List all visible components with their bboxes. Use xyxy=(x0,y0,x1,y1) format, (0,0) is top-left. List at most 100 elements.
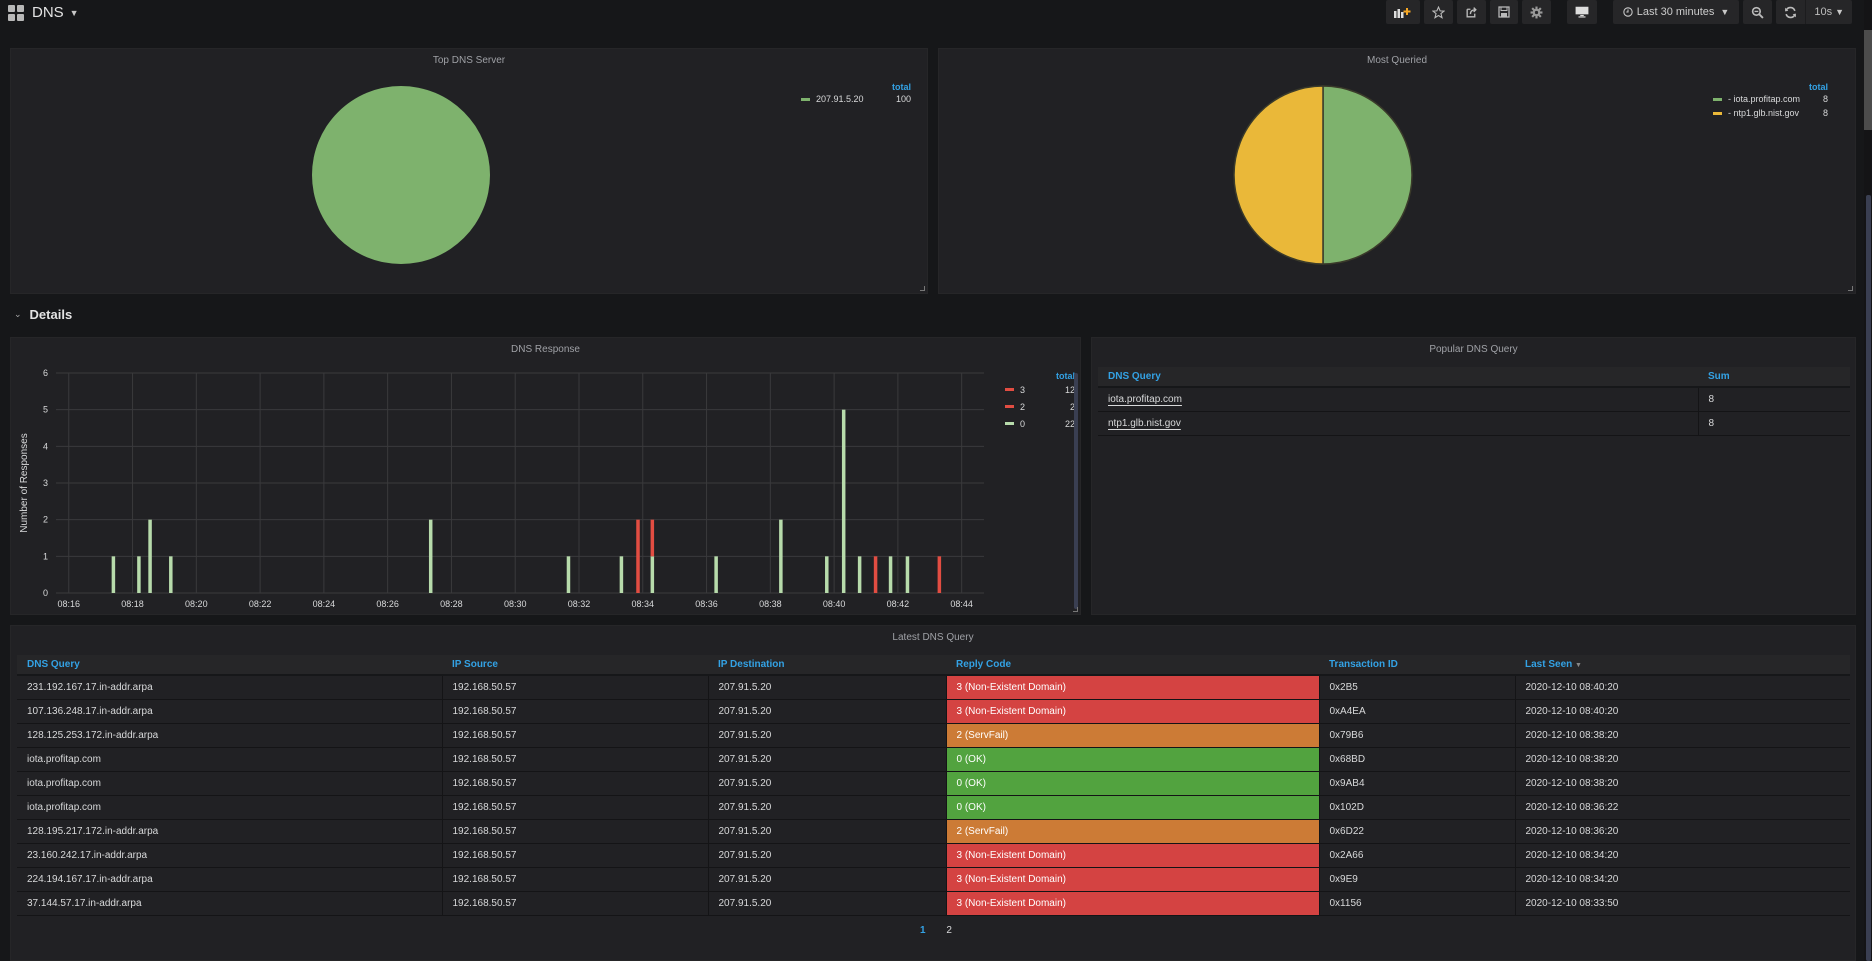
bar-series-0[interactable] xyxy=(111,556,116,593)
dns-query-link[interactable]: ntp1.glb.nist.gov xyxy=(1098,411,1698,436)
x-tick-label: 08:26 xyxy=(376,599,399,609)
panel-title[interactable]: Popular DNS Query xyxy=(1092,344,1855,355)
last-seen-cell: 2020-12-10 08:38:20 xyxy=(1514,723,1850,748)
legend-label: - ntp1.glb.nist.gov xyxy=(1728,108,1800,118)
scrollbar-thumb[interactable] xyxy=(1866,195,1871,961)
panel-resize-handle[interactable] xyxy=(1073,607,1078,612)
bar-series-0[interactable] xyxy=(714,556,718,593)
legend-swatch xyxy=(1005,422,1014,425)
pie-legend: total 207.91.5.20 100 xyxy=(801,82,911,106)
bar-series-0[interactable] xyxy=(148,519,152,593)
last-seen-cell: 2020-12-10 08:40:20 xyxy=(1514,675,1850,700)
table-row: 37.144.57.17.in-addr.arpa 192.168.50.57 20… xyxy=(17,891,1850,916)
legend-item[interactable]: 3 12 xyxy=(1005,381,1075,398)
star-button[interactable] xyxy=(1423,0,1453,24)
table-pagination: 1 2 xyxy=(0,925,1872,936)
dns-response-chart: 0 1 2 3 4 5 6 08:16 08:18 08:20 08:22 08:24 08:26 08:… xyxy=(19,368,984,609)
bar-series-0[interactable] xyxy=(888,556,893,593)
column-header-last-seen[interactable]: Last Seen ▼ xyxy=(1515,655,1850,676)
pie-slice[interactable] xyxy=(312,86,490,264)
transaction-id-cell: 0x79B6 xyxy=(1318,723,1515,748)
legend-item[interactable]: 2 2 xyxy=(1005,398,1075,415)
bar-series-0[interactable] xyxy=(825,556,829,593)
bar-series-3[interactable] xyxy=(873,556,878,593)
pie-slice[interactable] xyxy=(1233,85,1324,265)
legend-scrollbar[interactable] xyxy=(1074,373,1078,609)
zoom-out-button[interactable] xyxy=(1743,0,1773,24)
panel-resize-handle[interactable] xyxy=(1848,286,1853,291)
legend-header-total[interactable]: total xyxy=(1005,371,1075,381)
table-row: ntp1.glb.nist.gov 8 xyxy=(1098,411,1850,436)
bar-series-3[interactable] xyxy=(650,519,655,557)
transaction-id-cell: 0xA4EA xyxy=(1318,699,1515,724)
column-header-reply-code[interactable]: Reply Code xyxy=(946,655,1319,676)
latest-dns-query-table: DNS Query IP Source IP Destination Reply… xyxy=(17,655,1850,916)
dns-query-cell: 128.125.253.172.in-addr.arpa xyxy=(17,723,442,748)
share-icon xyxy=(1466,6,1477,18)
settings-button[interactable] xyxy=(1521,0,1551,24)
bar-series-0[interactable] xyxy=(428,519,433,593)
panel-title[interactable]: Latest DNS Query xyxy=(11,632,1855,643)
reply-code-cell: 3 (Non-Existent Domain) xyxy=(945,843,1319,868)
bar-series-0[interactable] xyxy=(619,556,624,593)
page-2-link[interactable]: 2 xyxy=(946,925,952,936)
dns-query-link[interactable]: iota.profitap.com xyxy=(1098,387,1698,412)
column-header-ip-destination[interactable]: IP Destination xyxy=(708,655,946,676)
transaction-id-cell: 0x6D22 xyxy=(1318,819,1515,844)
column-header-ip-source[interactable]: IP Source xyxy=(442,655,708,676)
clock-icon xyxy=(1623,7,1633,17)
page-1-link[interactable]: 1 xyxy=(920,925,926,936)
column-header-sum[interactable]: Sum xyxy=(1698,367,1850,388)
bar-series-0[interactable] xyxy=(779,519,783,593)
legend-item[interactable]: - ntp1.glb.nist.gov 8 xyxy=(1713,106,1828,120)
bar-series-3[interactable] xyxy=(937,556,942,593)
share-button[interactable] xyxy=(1456,0,1486,24)
bar-series-0[interactable] xyxy=(857,556,862,593)
dashboard-grid-icon xyxy=(8,4,24,21)
x-tick-label: 08:30 xyxy=(504,599,527,609)
tv-mode-button[interactable] xyxy=(1566,0,1597,24)
bar-series-0[interactable] xyxy=(841,409,846,593)
bar-series-0[interactable] xyxy=(905,556,910,593)
bar-series-0[interactable] xyxy=(566,556,571,593)
x-tick-label: 08:32 xyxy=(568,599,591,609)
legend-label: 2 xyxy=(1020,401,1026,412)
column-header-dns-query[interactable]: DNS Query xyxy=(1098,367,1698,388)
panel-top-dns-server: Top DNS Server total 207.91.5.20 100 xyxy=(10,48,928,294)
page-scrollbar[interactable] xyxy=(1864,0,1872,961)
refresh-picker[interactable]: 10s ▼ xyxy=(1776,0,1852,24)
transaction-id-cell: 0x68BD xyxy=(1318,747,1515,772)
y-tick-label: 6 xyxy=(43,368,48,378)
ip-destination-cell: 207.91.5.20 xyxy=(707,867,946,892)
column-header-dns-query[interactable]: DNS Query xyxy=(17,655,442,676)
legend-header-total[interactable]: total xyxy=(801,82,911,92)
panel-title[interactable]: Most Queried xyxy=(939,55,1855,66)
transaction-id-cell: 0x102D xyxy=(1318,795,1515,820)
dashboard-picker[interactable]: DNS ▼ xyxy=(8,4,79,21)
legend-item[interactable]: 207.91.5.20 100 xyxy=(801,92,911,106)
popular-dns-query-table: DNS Query Sum iota.profitap.com 8 ntp1.g… xyxy=(1098,367,1850,436)
pie-slice[interactable] xyxy=(1322,85,1413,265)
legend-item[interactable]: - iota.profitap.com 8 xyxy=(1713,92,1828,106)
x-tick-label: 08:22 xyxy=(249,599,272,609)
legend-item[interactable]: 0 22 xyxy=(1005,415,1075,432)
legend-header-total[interactable]: total xyxy=(1713,82,1828,92)
time-range-picker[interactable]: Last 30 minutes ▼ xyxy=(1612,0,1740,24)
ip-source-cell: 192.168.50.57 xyxy=(441,795,708,820)
column-header-transaction-id[interactable]: Transaction ID xyxy=(1319,655,1515,676)
refresh-interval-select[interactable]: 10s ▼ xyxy=(1806,6,1852,18)
bar-series-0[interactable] xyxy=(169,556,173,593)
refresh-button[interactable] xyxy=(1776,0,1807,24)
save-dashboard-button[interactable] xyxy=(1489,0,1518,24)
row-details-toggle[interactable]: ⌄ Details xyxy=(14,307,72,322)
add-panel-button[interactable] xyxy=(1385,0,1420,24)
bar-series-3[interactable] xyxy=(636,519,640,593)
reply-code-cell: 3 (Non-Existent Domain) xyxy=(945,699,1319,724)
panel-resize-handle[interactable] xyxy=(920,286,925,291)
panel-most-queried: Most Queried total - iota.profitap.com 8… xyxy=(938,48,1856,294)
ip-source-cell: 192.168.50.57 xyxy=(441,771,708,796)
caret-down-icon: ▼ xyxy=(69,7,79,18)
bar-series-0[interactable] xyxy=(137,556,141,593)
bar-series-0[interactable] xyxy=(650,556,655,593)
panel-title[interactable]: Top DNS Server xyxy=(11,55,927,66)
